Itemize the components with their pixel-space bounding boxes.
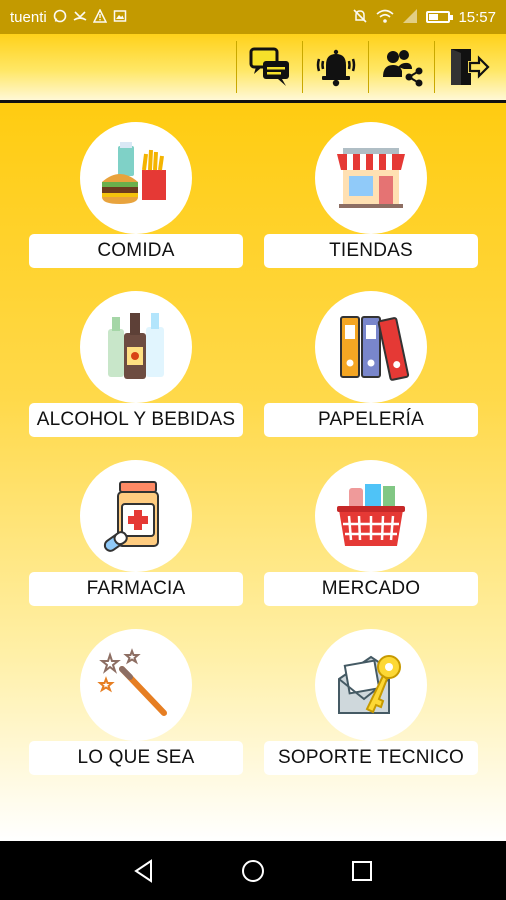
category-image — [80, 122, 192, 234]
category-image — [315, 291, 427, 403]
envelope-key-icon — [338, 655, 401, 714]
logout-button[interactable] — [434, 41, 500, 93]
nav-recents-button[interactable] — [342, 851, 382, 891]
whatsapp-icon — [53, 9, 67, 26]
logout-icon — [450, 49, 490, 85]
signal-icon — [402, 8, 418, 27]
category-papeleria[interactable]: PAPELERÍA — [264, 291, 478, 441]
nav-back-button[interactable] — [124, 851, 164, 891]
category-comida[interactable]: COMIDA — [29, 122, 243, 272]
battery-level — [429, 14, 438, 20]
category-image — [315, 460, 427, 572]
category-label: TIENDAS — [264, 234, 478, 268]
battery-icon — [426, 11, 454, 23]
food-icon — [102, 142, 166, 204]
category-image — [80, 291, 192, 403]
category-label: SOPORTE TECNICO — [264, 741, 478, 775]
back-icon — [134, 858, 153, 883]
category-label: ALCOHOL Y BEBIDAS — [29, 403, 243, 437]
category-farmacia[interactable]: FARMACIA — [29, 460, 243, 610]
carrier-name: tuenti — [10, 8, 47, 26]
chat-icon — [249, 47, 289, 86]
recents-icon — [351, 860, 372, 881]
magic-wand-icon — [97, 648, 167, 716]
notifications-bell-icon — [316, 49, 355, 87]
share-users-icon — [382, 50, 422, 87]
store-icon — [337, 148, 405, 208]
category-mercado[interactable]: MERCADO — [264, 460, 478, 610]
status-right: 15:57 — [352, 8, 496, 27]
missed-call-icon — [73, 9, 87, 26]
mute-icon — [352, 8, 368, 27]
warning-icon — [92, 7, 107, 26]
bottles-icon — [108, 313, 164, 379]
category-alcohol-y-bebidas[interactable]: ALCOHOL Y BEBIDAS — [29, 291, 243, 441]
category-tiendas[interactable]: TIENDAS — [264, 122, 478, 272]
category-grid: COMIDA TIENDAS ALCOHOL Y BEBIDAS PAPELER… — [0, 103, 506, 841]
app-toolbar — [0, 34, 506, 103]
category-label: LO QUE SEA — [29, 741, 243, 775]
category-label: MERCADO — [264, 572, 478, 606]
share-users-button[interactable] — [368, 41, 434, 93]
category-label: COMIDA — [29, 234, 243, 268]
category-image — [315, 629, 427, 741]
image-icon — [113, 9, 127, 26]
status-bar: tuenti 15:57 — [0, 0, 506, 34]
clock: 15:57 — [458, 8, 496, 26]
system-nav-bar — [0, 841, 506, 900]
home-icon — [241, 859, 264, 882]
category-label: FARMACIA — [29, 572, 243, 606]
notifications-button[interactable] — [302, 41, 368, 93]
category-image — [80, 460, 192, 572]
wifi-icon — [376, 8, 394, 27]
chat-button[interactable] — [236, 41, 302, 93]
nav-home-button[interactable] — [233, 851, 273, 891]
category-image — [315, 122, 427, 234]
binders-icon — [340, 316, 410, 381]
category-label: PAPELERÍA — [264, 403, 478, 437]
shopping-basket-icon — [337, 484, 405, 546]
status-left: tuenti — [10, 7, 127, 26]
category-soporte-tecnico[interactable]: SOPORTE TECNICO — [264, 629, 478, 779]
category-lo-que-sea[interactable]: LO QUE SEA — [29, 629, 243, 779]
category-image — [80, 629, 192, 741]
medicine-icon — [103, 481, 159, 552]
